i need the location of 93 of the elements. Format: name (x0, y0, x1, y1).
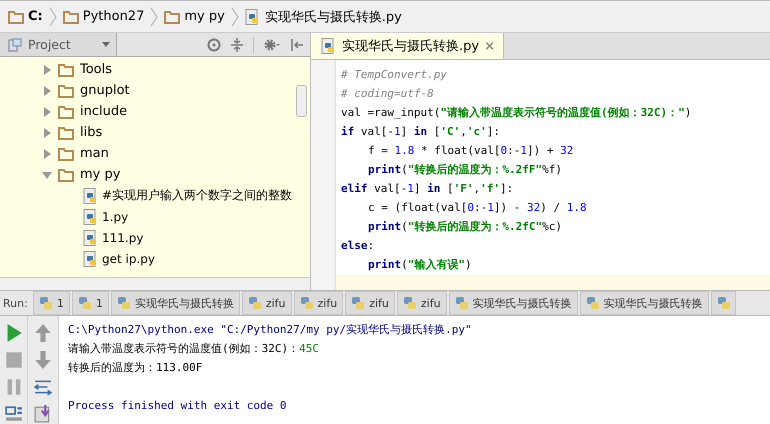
tree-item[interactable]: man (0, 143, 310, 164)
python-file-icon (244, 8, 261, 24)
code-line: val =raw_input("请输入带温度表示符号的温度值(例如：32C)：") (341, 105, 692, 121)
python-icon (38, 296, 53, 310)
code-line: print("转换后的温度为：%.2fF"%f) (367, 162, 563, 178)
breadcrumb-item[interactable]: C: (28, 9, 43, 24)
folder-icon (58, 62, 74, 78)
breadcrumb-item[interactable]: my py (184, 9, 225, 24)
chevron-icon (48, 6, 57, 26)
run-icon[interactable] (4, 324, 22, 342)
scrollbar[interactable] (296, 85, 307, 117)
code-line: c = (float(val[0:-1]) - 32) / 1.8 (367, 200, 588, 216)
scrollbar[interactable] (0, 277, 310, 290)
code-line: print("转换后的温度为：%.2fC"%c) (367, 219, 563, 235)
python-icon (116, 296, 131, 310)
expanded-arrow-icon[interactable] (42, 170, 52, 180)
tab-label: 实现华氏与摄氏转换.py (342, 38, 480, 55)
code-line: else: (341, 238, 376, 254)
code-line: if val[-1] in ['C','c']: (341, 124, 501, 140)
folder-icon (58, 166, 74, 182)
collapsed-arrow-icon[interactable] (42, 128, 52, 138)
stop-icon[interactable] (4, 351, 22, 369)
collapsed-arrow-icon[interactable] (42, 86, 52, 96)
tree-item[interactable]: gnuplot (0, 80, 310, 101)
folder-icon (62, 8, 79, 24)
python-file-icon (83, 230, 99, 246)
breadcrumb-item[interactable]: 实现华氏与摄氏转换.py (264, 8, 402, 26)
python-icon (454, 296, 469, 310)
project-dropdown[interactable]: Project (0, 33, 117, 56)
project-icon (8, 38, 22, 52)
tree-item[interactable]: #实现用户输入两个数字之间的整数 (0, 185, 310, 206)
scroll-to-end-icon[interactable] (34, 405, 52, 423)
code-line: # coding=utf-8 (341, 86, 435, 102)
target-icon[interactable] (207, 38, 221, 52)
up-arrow-icon[interactable] (34, 324, 52, 342)
python-icon (716, 296, 731, 310)
python-file-icon (83, 188, 99, 204)
tree-item[interactable]: Tools (0, 59, 310, 80)
folder-icon (58, 146, 74, 162)
editor-tab[interactable]: 实现华氏与摄氏转换.py × (311, 33, 504, 59)
collapsed-arrow-icon[interactable] (42, 106, 52, 116)
collapsed-arrow-icon[interactable] (42, 64, 52, 74)
hide-panel-icon[interactable] (290, 38, 304, 52)
tree-item[interactable]: 111.py (0, 227, 310, 248)
python-icon (351, 296, 366, 310)
run-tab[interactable]: 实现华氏与摄氏转换 (580, 291, 709, 315)
run-tab[interactable]: zifu (396, 291, 447, 315)
python-icon (78, 296, 92, 310)
layout-icon[interactable] (4, 405, 22, 423)
folder-icon (164, 8, 180, 24)
chevron-icon (150, 6, 158, 26)
breadcrumb-item[interactable]: Python27 (82, 9, 144, 24)
run-tab[interactable]: zifu (345, 291, 395, 315)
python-icon (586, 296, 600, 310)
tree-item[interactable]: my py (0, 164, 310, 185)
chevron-icon (230, 6, 239, 26)
folder-icon (58, 124, 74, 140)
run-tab[interactable] (710, 291, 736, 315)
code-line: f = 1.8 * float(val[0:-1]) + 32 (367, 143, 574, 159)
collapsed-arrow-icon[interactable] (42, 148, 52, 158)
run-tab[interactable]: zifu (242, 291, 292, 315)
wrap-icon[interactable] (34, 378, 52, 396)
console-line: Process finished with exit code 0 (68, 398, 288, 414)
tree-item[interactable]: get ip.py (0, 248, 310, 269)
python-icon (248, 296, 262, 310)
code-line: elif val[-1] in ['F','f']: (341, 181, 514, 197)
python-file-icon (83, 250, 99, 266)
python-file-icon (321, 38, 337, 54)
python-icon (300, 296, 314, 310)
python-icon (402, 296, 417, 310)
caret-icon (102, 42, 110, 47)
folder-icon (8, 8, 24, 24)
code-line: print("输入有误") (367, 257, 473, 273)
run-tab[interactable]: 1 (72, 291, 109, 315)
console-line: 请输入带温度表示符号的温度值(例如：32C)：45C (68, 341, 320, 357)
tree-item[interactable]: libs (0, 122, 310, 143)
folder-icon (58, 82, 74, 98)
run-tab[interactable]: zifu (294, 291, 344, 315)
pause-icon[interactable] (4, 378, 22, 396)
run-tab[interactable]: 1 (32, 291, 70, 315)
tree-item[interactable]: 1.py (0, 206, 310, 227)
project-label: Project (28, 37, 71, 52)
console-line: C:\Python27\python.exe "C:/Python27/my py/实现华氏与摄氏转换.py" (68, 322, 473, 338)
console-line: 转换后的温度为：113.00F (68, 360, 204, 376)
python-file-icon (83, 208, 99, 224)
collapse-icon[interactable] (230, 38, 244, 52)
run-tab[interactable]: 实现华氏与摄氏转换 (110, 291, 240, 315)
run-tab[interactable]: 实现华氏与摄氏转换 (448, 291, 578, 315)
code-line: # TempConvert.py (341, 67, 448, 83)
folder-icon (58, 104, 74, 120)
down-arrow-icon[interactable] (34, 351, 52, 369)
tree-item[interactable]: include (0, 101, 310, 122)
run-label: Run: (2, 296, 29, 310)
